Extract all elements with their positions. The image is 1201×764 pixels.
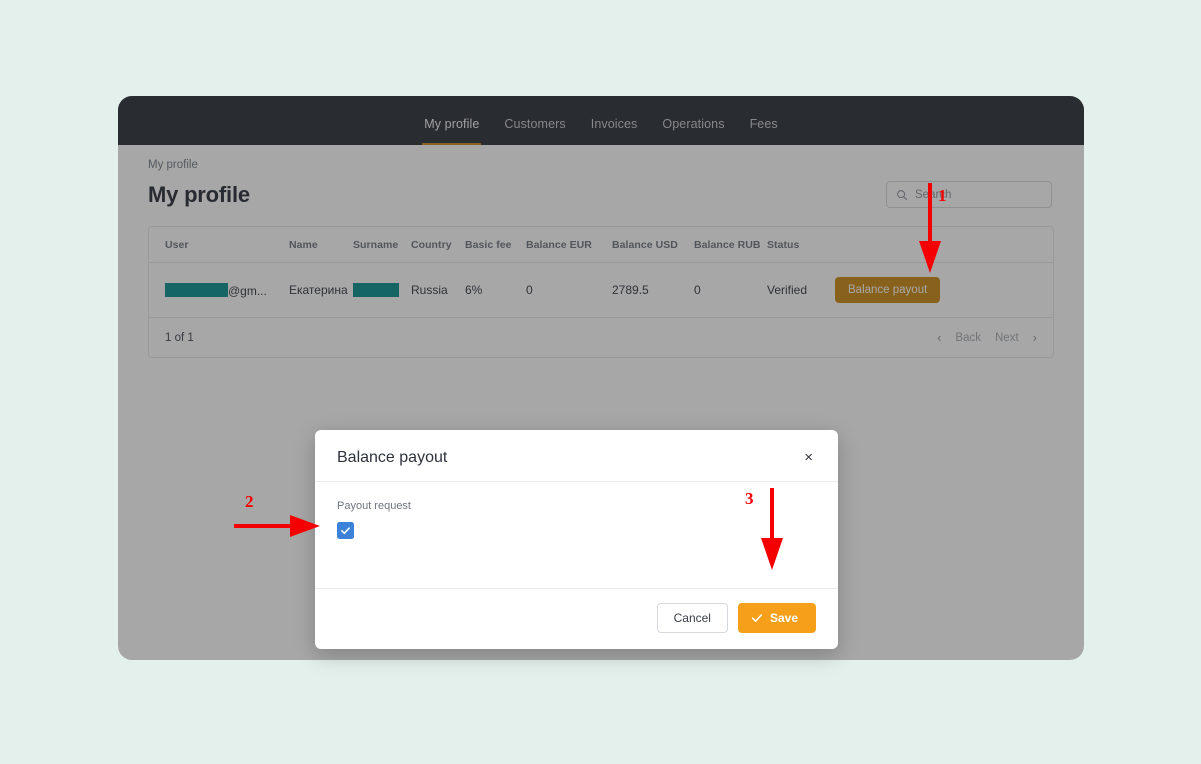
modal-body: Payout request	[315, 482, 838, 589]
payout-request-checkbox[interactable]	[337, 522, 354, 539]
modal-title: Balance payout	[337, 448, 448, 466]
save-button-label: Save	[769, 611, 798, 625]
save-button[interactable]: Save	[737, 603, 816, 633]
check-icon	[341, 527, 350, 535]
close-icon[interactable]: ×	[801, 448, 816, 467]
modal-header: Balance payout ×	[315, 430, 838, 482]
modal-footer: Cancel Save	[315, 589, 838, 649]
payout-request-label: Payout request	[337, 500, 411, 512]
check-icon	[751, 614, 763, 622]
cancel-button[interactable]: Cancel	[656, 603, 728, 633]
balance-payout-modal: Balance payout × Payout request Cancel S…	[315, 430, 838, 649]
